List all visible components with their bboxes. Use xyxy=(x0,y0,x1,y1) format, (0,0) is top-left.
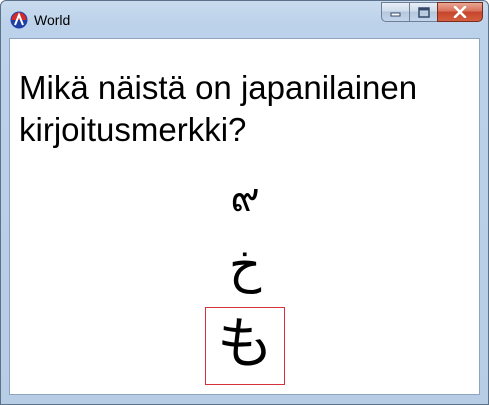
title-bar[interactable]: World xyxy=(1,1,488,37)
close-icon xyxy=(453,6,467,18)
answer-option-thai-glyph[interactable]: ๙ xyxy=(205,174,285,222)
answer-option-japanese-glyph[interactable]: も xyxy=(205,307,285,385)
maximize-button[interactable] xyxy=(409,2,437,22)
minimize-button[interactable] xyxy=(381,2,409,22)
app-window: World Mikä näistä on japanilainen kirjoi… xyxy=(0,0,489,405)
app-logo-icon xyxy=(10,11,28,29)
client-area: Mikä näistä on japanilainen kirjoitusmer… xyxy=(9,38,480,395)
question-text: Mikä näistä on japanilainen kirjoitusmer… xyxy=(19,69,418,148)
window-title: World xyxy=(34,12,71,28)
close-button[interactable] xyxy=(437,2,483,22)
answer-option-arabic-glyph[interactable]: خ xyxy=(205,236,285,294)
window-controls xyxy=(381,2,483,24)
maximize-icon xyxy=(417,6,430,18)
minimize-icon xyxy=(390,12,400,17)
